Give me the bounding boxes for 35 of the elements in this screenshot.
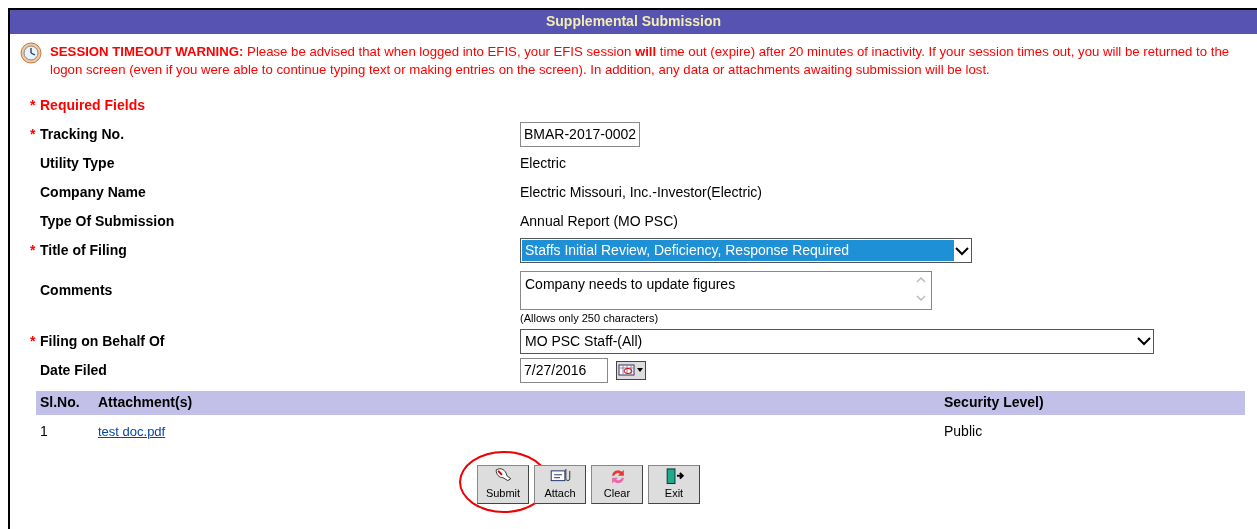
field-label: Company Name xyxy=(40,183,146,202)
comments-field[interactable]: Company needs to update figures xyxy=(520,270,932,310)
date-field[interactable]: 7/27/2016 xyxy=(520,357,608,383)
text-field[interactable]: BMAR-2017-0002 xyxy=(520,122,641,147)
column-header: Attachment(s) xyxy=(98,393,194,412)
submit-button[interactable]: Submit xyxy=(477,464,529,504)
calendar-button[interactable] xyxy=(616,360,646,380)
attachment-link[interactable]: test doc.pdf xyxy=(98,424,166,439)
field-label: Comments xyxy=(40,280,113,300)
field-label: Utility Type xyxy=(40,154,115,173)
clock-icon xyxy=(20,42,42,64)
required-fields-note: Required Fields xyxy=(40,96,146,115)
session-timeout-warning: SESSION TIMEOUT WARNING: Please be advised that when logged into EFIS, your EFIS session will time out (expire) after 20 minutes of inactivity. If your session times out, you will be returned to the logon screen (even if you were able to continue typing text or making entries on the screen). In addition, any data or attachments awaiting submission will be lost. xyxy=(50,43,1231,79)
field-label: Date Filed xyxy=(40,360,107,380)
required-asterisk: * xyxy=(30,125,36,144)
character-limit-hint: (Allows only 250 characters) xyxy=(519,311,660,326)
attach-button[interactable]: Attach xyxy=(534,464,586,504)
field-label: Tracking No. xyxy=(40,125,125,144)
required-asterisk: * xyxy=(30,96,36,115)
field-label: Type Of Submission xyxy=(40,212,175,231)
field-label: Title of Filing xyxy=(40,241,127,260)
column-header: Security Level) xyxy=(944,393,1045,412)
field-value: Electric xyxy=(520,154,566,173)
required-asterisk: * xyxy=(30,241,36,260)
table-cell-text: 1 xyxy=(39,422,49,441)
clear-button[interactable]: Clear xyxy=(591,464,643,504)
required-asterisk: * xyxy=(30,331,36,351)
column-header: Sl.No. xyxy=(39,393,81,412)
exit-button[interactable]: Exit xyxy=(648,464,700,504)
field-value: Annual Report (MO PSC) xyxy=(520,212,678,231)
dropdown[interactable]: MO PSC Staff-(All) xyxy=(520,328,1154,354)
field-value: Electric Missouri, Inc.-Investor(Electric) xyxy=(520,183,762,202)
table-cell-text: Public xyxy=(944,422,984,441)
page-title: Supplemental Submission xyxy=(10,10,1257,34)
field-label: Filing on Behalf Of xyxy=(40,331,165,351)
